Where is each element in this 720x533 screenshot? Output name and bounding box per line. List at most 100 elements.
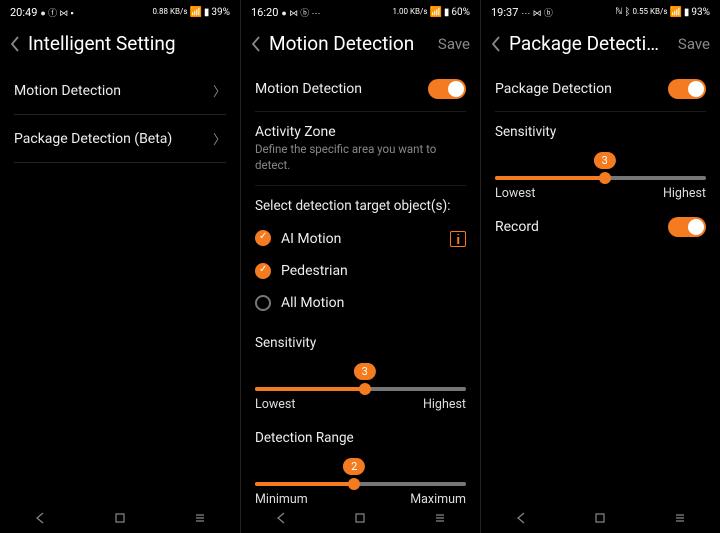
slider-fill [495, 176, 605, 180]
slider-fill [255, 482, 354, 486]
status-net: 1.00 KB/s [392, 8, 427, 15]
slider-value: 2 [343, 458, 365, 475]
radio-checked-icon [255, 263, 271, 279]
sensitivity-label: Sensitivity [255, 323, 466, 359]
motion-detection-toggle[interactable] [428, 79, 466, 99]
signal-icon: 📶 [669, 7, 681, 18]
nav-home-icon[interactable] [593, 511, 607, 525]
toggle-label: Motion Detection [255, 81, 362, 97]
detection-range-label: Detection Range [255, 426, 466, 454]
screen-package-detection: 19:37 ⋯ ⋈ ⓑ ℕ ᛒ 0.55 KB/s 📶 ▮ 93% Packag… [480, 0, 720, 533]
sensitivity-label: Sensitivity [495, 112, 706, 148]
radio-unchecked-icon [255, 295, 271, 311]
nav-home-icon[interactable] [353, 511, 367, 525]
status-time: 20:49 [10, 6, 37, 19]
record-toggle[interactable] [668, 217, 706, 237]
option-label: All Motion [281, 295, 344, 311]
status-net: 0.88 KB/s [152, 8, 187, 15]
nav-back-icon[interactable] [274, 511, 288, 525]
nav-recent-icon[interactable] [193, 511, 207, 525]
slider-thumb[interactable] [348, 478, 360, 490]
battery-icon: ▮ [204, 7, 210, 18]
option-label: Pedestrian [281, 263, 348, 279]
bluetooth-icon: ᛒ [624, 7, 630, 18]
status-battery: 93% [691, 7, 710, 18]
android-navbar [241, 503, 480, 533]
content: Motion Detection Activity Zone Define th… [241, 67, 480, 503]
sensitivity-slider[interactable]: 3 Lowest Highest [495, 148, 706, 215]
slider-min-label: Lowest [255, 397, 295, 412]
detection-range-slider[interactable]: 2 Minimum Maximum [255, 454, 466, 503]
page-title: Package Detection (… [509, 32, 664, 55]
page-title: Motion Detection [269, 32, 424, 55]
nfc-icon: ℕ [615, 7, 622, 17]
nav-package-detection[interactable]: Package Detection (Beta) 〉 [14, 115, 226, 163]
status-time: 19:37 [491, 6, 518, 19]
slider-fill [255, 387, 365, 391]
status-battery: 39% [211, 7, 230, 18]
back-icon[interactable] [10, 36, 20, 52]
option-pedestrian[interactable]: Pedestrian [255, 255, 466, 287]
toggle-label: Record [495, 219, 539, 235]
nav-recent-icon[interactable] [433, 511, 447, 525]
activity-zone-label: Activity Zone [255, 124, 336, 140]
nav-back-icon[interactable] [514, 511, 528, 525]
screen-motion-detection: 16:20 ● ⋈ ⓑ ⋯ 1.00 KB/s 📶 ▮ 60% Motion D… [240, 0, 480, 533]
nav-recent-icon[interactable] [673, 511, 687, 525]
status-battery: 60% [451, 7, 470, 18]
slider-thumb[interactable] [359, 383, 371, 395]
header: Package Detection (… Save [481, 22, 720, 67]
back-icon[interactable] [491, 36, 501, 52]
list-item-label: Motion Detection [14, 83, 121, 99]
slider-max-label: Highest [423, 397, 466, 412]
android-navbar [481, 503, 720, 533]
status-bar: 20:49 ● ⓕ ⋈ ▪ 0.88 KB/s 📶 ▮ 39% [0, 0, 240, 22]
toggle-label: Package Detection [495, 81, 612, 97]
motion-detection-toggle-row: Motion Detection [255, 67, 466, 112]
content: Package Detection Sensitivity 3 Lowest Hi… [481, 67, 720, 503]
status-time: 16:20 [251, 6, 278, 19]
page-title: Intelligent Setting [28, 32, 230, 55]
package-detection-toggle-row: Package Detection [495, 67, 706, 112]
record-toggle-row: Record [495, 215, 706, 249]
signal-icon: 📶 [429, 7, 441, 18]
nav-home-icon[interactable] [113, 511, 127, 525]
slider-min-label: Lowest [495, 186, 535, 201]
status-bar: 16:20 ● ⋈ ⓑ ⋯ 1.00 KB/s 📶 ▮ 60% [241, 0, 480, 22]
activity-zone-subtext: Define the specific area you want to det… [255, 142, 466, 186]
signal-icon: 📶 [189, 7, 201, 18]
header: Intelligent Setting [0, 22, 240, 67]
battery-icon: ▮ [444, 7, 450, 18]
slider-min-label: Minimum [255, 492, 308, 503]
content: Motion Detection 〉 Package Detection (Be… [0, 67, 240, 503]
status-icons-left: ● ⋈ ⓑ ⋯ [281, 6, 320, 19]
android-navbar [0, 503, 240, 533]
option-all-motion[interactable]: All Motion [255, 287, 466, 323]
slider-max-label: Highest [663, 186, 706, 201]
slider-thumb[interactable] [599, 172, 611, 184]
select-target-label: Select detection target object(s): [255, 186, 466, 222]
battery-icon: ▮ [684, 7, 690, 18]
list-item-label: Package Detection (Beta) [14, 131, 172, 147]
status-icons-left: ● ⓕ ⋈ ▪ [40, 6, 73, 19]
save-button[interactable]: Save [672, 35, 710, 53]
nav-motion-detection[interactable]: Motion Detection 〉 [14, 67, 226, 115]
nav-back-icon[interactable] [33, 511, 47, 525]
activity-zone-row[interactable]: Activity Zone [255, 112, 466, 142]
status-bar: 19:37 ⋯ ⋈ ⓑ ℕ ᛒ 0.55 KB/s 📶 ▮ 93% [481, 0, 720, 22]
info-icon[interactable] [450, 231, 466, 247]
chevron-right-icon: 〉 [213, 81, 226, 100]
screen-intelligent-setting: 20:49 ● ⓕ ⋈ ▪ 0.88 KB/s 📶 ▮ 39% Intellig… [0, 0, 240, 533]
sensitivity-slider[interactable]: 3 LowestHighest [255, 359, 466, 426]
save-button[interactable]: Save [432, 35, 470, 53]
option-ai-motion[interactable]: AI Motion [255, 222, 466, 255]
option-label: AI Motion [281, 231, 341, 247]
back-icon[interactable] [251, 36, 261, 52]
package-detection-toggle[interactable] [668, 79, 706, 99]
status-net: 0.55 KB/s [632, 8, 667, 15]
slider-max-label: Maximum [410, 492, 466, 503]
radio-checked-icon [255, 230, 271, 246]
header: Motion Detection Save [241, 22, 480, 67]
slider-value: 3 [594, 152, 616, 169]
status-icons-left: ⋯ ⋈ ⓑ [521, 6, 552, 19]
